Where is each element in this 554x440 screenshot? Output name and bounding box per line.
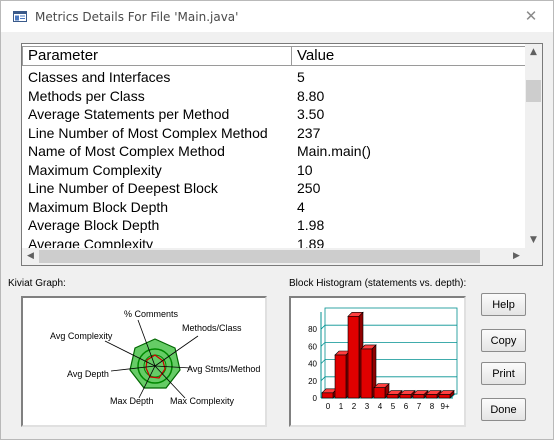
app-icon bbox=[13, 11, 27, 22]
histogram-bar bbox=[360, 348, 373, 399]
kiviat-axis-avg-complexity: Avg Complexity bbox=[50, 331, 113, 341]
histogram-bar bbox=[334, 354, 347, 399]
histogram-y-tick: 20 bbox=[308, 377, 317, 386]
print-button[interactable]: Print bbox=[481, 362, 526, 385]
parameter-cell: Average Statements per Method bbox=[28, 106, 230, 122]
histogram-svg: 8060402000 1 2 3 4 5 6 7 8 9+ bbox=[308, 307, 458, 411]
metrics-table: Parameter Value Classes and Interfaces 5 M… bbox=[21, 43, 543, 266]
parameter-cell: Average Complexity bbox=[28, 235, 154, 249]
value-cell: 237 bbox=[297, 124, 321, 141]
kiviat-axis-max-complexity: Max Complexity bbox=[170, 396, 235, 406]
histogram-x-label: 1 bbox=[339, 402, 344, 411]
kiviat-axis-methods-class: Methods/Class bbox=[182, 323, 242, 333]
value-cell: 1.98 bbox=[297, 217, 325, 233]
table-row[interactable]: Maximum Block Depth 4 bbox=[22, 198, 525, 216]
scroll-left-icon[interactable]: ◀ bbox=[22, 251, 39, 261]
help-button[interactable]: Help bbox=[481, 293, 526, 316]
table-row[interactable]: Line Number of Most Complex Method 237 bbox=[22, 124, 525, 142]
parameter-cell: Average Block Depth bbox=[28, 217, 160, 233]
histogram-bar bbox=[399, 394, 412, 399]
histogram-y-tick: 40 bbox=[308, 360, 317, 369]
histogram-x-label: 5 bbox=[391, 402, 396, 411]
histogram-x-label: 0 bbox=[326, 402, 331, 411]
histogram-x-label: 6 bbox=[404, 402, 409, 411]
histogram-x-label: 4 bbox=[378, 402, 383, 411]
table-row[interactable]: Line Number of Deepest Block 250 bbox=[22, 179, 525, 197]
column-header-parameter[interactable]: Parameter bbox=[22, 46, 292, 66]
table-row[interactable]: Maximum Complexity 10 bbox=[22, 161, 525, 179]
histogram-y-tick: 0 bbox=[313, 394, 318, 403]
scroll-up-icon[interactable]: ▲ bbox=[525, 47, 542, 57]
kiviat-axis-comments: % Comments bbox=[124, 309, 179, 319]
kiviat-graph: % Comments Methods/Class Avg Stmts/Metho… bbox=[21, 296, 267, 427]
parameter-cell: Maximum Complexity bbox=[28, 161, 162, 178]
histogram-grid bbox=[320, 359, 326, 364]
value-cell: 1.89 bbox=[297, 235, 325, 249]
scroll-right-icon[interactable]: ▶ bbox=[508, 251, 525, 261]
value-cell: 4 bbox=[297, 198, 305, 215]
value-cell: 5 bbox=[297, 69, 305, 85]
table-row[interactable]: Average Complexity 1.89 bbox=[22, 235, 525, 249]
parameter-cell: Methods per Class bbox=[28, 87, 145, 104]
vertical-scroll-thumb[interactable] bbox=[526, 80, 541, 102]
histogram-x-label: 2 bbox=[352, 402, 357, 411]
kiviat-label: Kiviat Graph: bbox=[8, 278, 66, 289]
histogram-x-label: 7 bbox=[417, 402, 422, 411]
value-cell: 3.50 bbox=[297, 106, 325, 122]
table-row[interactable]: Name of Most Complex Method Main.main() bbox=[22, 142, 525, 160]
table-header: Parameter Value bbox=[22, 46, 525, 66]
histogram-grid bbox=[320, 376, 326, 382]
value-cell: 250 bbox=[297, 180, 321, 196]
histogram-bar bbox=[438, 394, 451, 399]
vertical-scrollbar[interactable]: ▲ ▼ bbox=[525, 44, 542, 248]
histogram-bar bbox=[373, 387, 386, 399]
kiviat-axis-avg-depth: Avg Depth bbox=[67, 369, 109, 379]
column-header-value[interactable]: Value bbox=[291, 46, 525, 66]
histogram-bar bbox=[321, 392, 334, 399]
done-button[interactable]: Done bbox=[481, 398, 526, 421]
title-bar: Metrics Details For File 'Main.java' ✕ bbox=[1, 1, 553, 32]
histogram-bar bbox=[347, 315, 360, 399]
kiviat-axis-avg-stmts: Avg Stmts/Method bbox=[187, 364, 260, 374]
value-cell: 10 bbox=[297, 161, 313, 178]
histogram-x-label: 3 bbox=[365, 402, 370, 411]
scrollbar-corner bbox=[525, 248, 542, 265]
histogram-y-tick: 80 bbox=[308, 325, 317, 334]
histogram-y-tick: 60 bbox=[308, 342, 317, 351]
table-row[interactable]: Average Statements per Method 3.50 bbox=[22, 105, 525, 123]
histogram-bar bbox=[425, 394, 438, 399]
table-row[interactable]: Classes and Interfaces 5 bbox=[22, 68, 525, 86]
parameter-cell: Line Number of Most Complex Method bbox=[28, 124, 268, 141]
close-icon[interactable]: ✕ bbox=[522, 7, 540, 25]
table-row[interactable]: Average Block Depth 1.98 bbox=[22, 216, 525, 234]
histogram-grid bbox=[320, 342, 326, 347]
metrics-rows: Parameter Value Classes and Interfaces 5 M… bbox=[22, 44, 525, 248]
parameter-cell: Name of Most Complex Method bbox=[28, 143, 225, 159]
parameter-cell: Classes and Interfaces bbox=[28, 69, 171, 85]
kiviat-axis-max-depth: Max Depth bbox=[110, 396, 154, 406]
parameter-cell: Line Number of Deepest Block bbox=[28, 180, 218, 196]
histogram-bar bbox=[412, 394, 425, 399]
scroll-down-icon[interactable]: ▼ bbox=[525, 235, 542, 245]
kiviat-svg: % Comments Methods/Class Avg Stmts/Metho… bbox=[50, 309, 260, 406]
copy-button[interactable]: Copy bbox=[481, 329, 526, 352]
table-row[interactable]: Methods per Class 8.80 bbox=[22, 87, 525, 105]
horizontal-scrollbar[interactable]: ◀ ▶ bbox=[22, 248, 525, 265]
histogram-label: Block Histogram (statements vs. depth): bbox=[289, 278, 467, 289]
metrics-dialog: Metrics Details For File 'Main.java' ✕ P… bbox=[0, 0, 554, 440]
value-cell: 8.80 bbox=[297, 87, 325, 104]
window-title: Metrics Details For File 'Main.java' bbox=[35, 10, 239, 24]
horizontal-scroll-thumb[interactable] bbox=[39, 250, 480, 263]
block-histogram: 80 60 40 20 0 0 1 2 3 4 5 6 7 8 9+ bbox=[289, 296, 466, 427]
histogram-x-label: 9+ bbox=[440, 402, 449, 411]
histogram-bar bbox=[386, 394, 399, 399]
histogram-grid bbox=[320, 324, 326, 330]
histogram-x-label: 8 bbox=[430, 402, 435, 411]
parameter-cell: Maximum Block Depth bbox=[28, 198, 169, 215]
value-cell: Main.main() bbox=[297, 143, 371, 159]
